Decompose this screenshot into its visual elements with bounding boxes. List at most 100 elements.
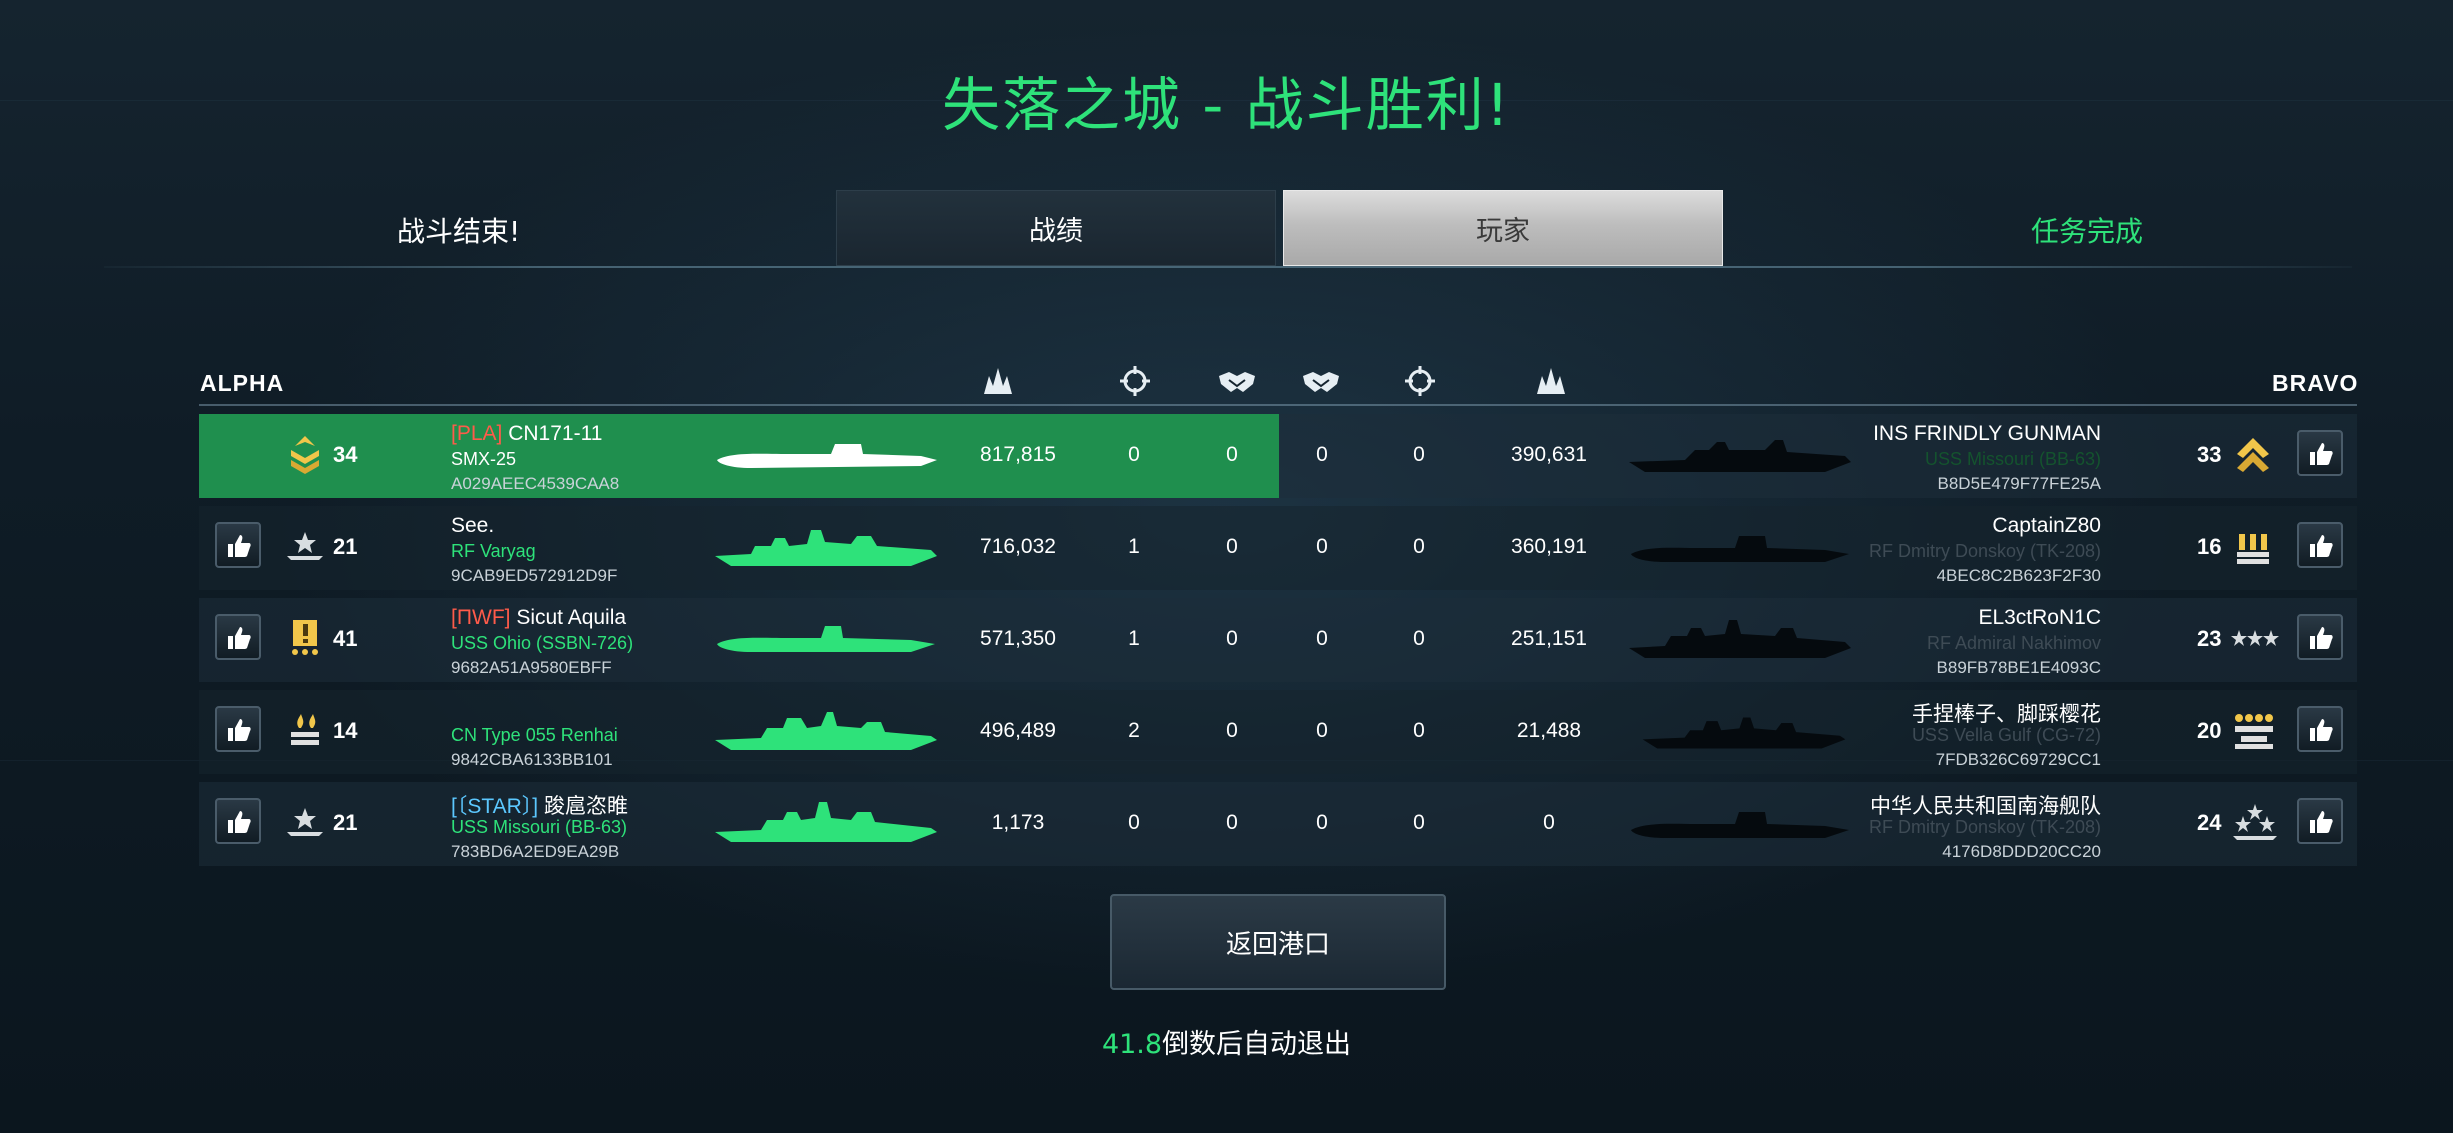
tab-mission-complete[interactable]: 任务完成: [2031, 210, 2143, 250]
tab-battle-ended[interactable]: 战斗结束!: [397, 210, 520, 250]
table-row: 14 CN Type 055 Renhai 9842CBA6133BB101 4…: [199, 690, 2357, 774]
thumbs-up-icon: [2310, 535, 2333, 557]
handshake-icon: [1303, 372, 1339, 392]
player-id: 783BD6A2ED9EA29B: [451, 842, 620, 861]
submarine-silhouette-icon: [717, 626, 935, 652]
player-name: [ΠWF] Sicut Aquila: [451, 606, 626, 630]
right-player-info: EL3ctRoN1C RF Admiral Nakhimov B89FB78BE…: [1681, 598, 2101, 682]
countdown-suffix: 倒数后自动退出: [1162, 1029, 1352, 1060]
right-damage: 390,631: [1511, 443, 1587, 466]
player-id: 7FDB326C69729CC1: [1935, 750, 2101, 769]
table-row: 34 [PLA] CN171-11 SMX-25 A029AEEC4539CAA…: [199, 414, 2357, 498]
left-damage: 716,032: [980, 535, 1056, 558]
player-level: 16: [2197, 534, 2222, 559]
like-button[interactable]: [2297, 706, 2343, 752]
ship-name: USS Missouri (BB-63): [451, 817, 628, 837]
right-damage: 251,151: [1511, 627, 1587, 650]
left-damage: 817,815: [980, 443, 1056, 466]
right-assists: 0: [1316, 535, 1328, 558]
left-kills: 0: [1128, 811, 1140, 834]
like-button[interactable]: [2297, 522, 2343, 568]
clan-tag: [〔STAR〕]: [451, 795, 539, 818]
player-level: 34: [333, 442, 358, 467]
star-wings-rank-icon: [287, 808, 323, 836]
exclamation-gold-rank-icon: [292, 620, 318, 655]
left-damage: 496,489: [980, 719, 1056, 742]
stars-wreath-rank-icon: [2233, 804, 2277, 840]
like-button[interactable]: [2297, 430, 2343, 476]
right-kills: 0: [1413, 535, 1425, 558]
player-name: EL3ctRoN1C: [1978, 606, 2101, 629]
page-title: 失落之城 - 战斗胜利!: [941, 71, 1512, 139]
player-level: 21: [333, 534, 358, 559]
flames-rank-icon: [291, 714, 319, 745]
like-button[interactable]: [215, 706, 261, 752]
ship-name: USS Missouri (BB-63): [1924, 449, 2101, 469]
three-stars-rank-icon: [2231, 630, 2279, 646]
battleship-silhouette-icon: [715, 802, 937, 842]
player-name: [〔STAR〕] 踆扈恣睢: [451, 790, 628, 820]
right-kills: 0: [1413, 627, 1425, 650]
left-damage: 1,173: [991, 811, 1045, 834]
player-id: B89FB78BE1E4093C: [1936, 658, 2101, 677]
ship-name: RF Admiral Nakhimov: [1926, 633, 2101, 653]
left-kills: 1: [1128, 535, 1140, 558]
table-row: 21 [〔STAR〕] 踆扈恣睢 USS Missouri (BB-63) 78…: [199, 782, 2357, 866]
right-kills: 0: [1413, 719, 1425, 742]
gold-chevron-rank-icon: [2237, 438, 2269, 472]
player-name-text: CN171-11: [508, 422, 603, 445]
player-name-text: Sicut Aquila: [516, 606, 627, 629]
team-alpha-label: ALPHA: [200, 370, 285, 396]
countdown-text: 41.8倒数后自动退出: [0, 1022, 2453, 1061]
like-button[interactable]: [2297, 614, 2343, 660]
right-player-info: 手捏棒子、脚踩樱花 USS Vella Gulf (CG-72) 7FDB326…: [1681, 690, 2101, 774]
cruiser-silhouette-icon: [715, 530, 937, 566]
left-kills: 0: [1128, 443, 1140, 466]
like-button[interactable]: [215, 522, 261, 568]
ship-name: RF Dmitry Donskoy (TK-208): [1868, 541, 2101, 561]
left-damage: 571,350: [980, 627, 1056, 650]
tab-stats[interactable]: 战绩: [836, 190, 1276, 266]
thumbs-up-icon: [228, 535, 251, 557]
player-id: 9CAB9ED572912D9F: [451, 566, 618, 585]
thumbs-up-icon: [2310, 719, 2333, 741]
player-level: 33: [2197, 442, 2222, 467]
right-assists: 0: [1316, 443, 1328, 466]
player-id: A029AEEC4539CAA8: [451, 474, 620, 493]
player-name: See.: [451, 514, 495, 537]
player-level: 23: [2197, 626, 2222, 651]
thumbs-up-icon: [228, 627, 251, 649]
crosshair-icon: [1405, 366, 1435, 396]
right-damage: 0: [1543, 811, 1555, 834]
right-damage: 21,488: [1516, 719, 1582, 742]
left-kills: 2: [1128, 719, 1140, 742]
sergeant-gold-rank-icon: [291, 436, 319, 474]
return-to-port-button[interactable]: 返回港口: [1110, 894, 1446, 990]
ship-name: SMX-25: [451, 449, 517, 469]
right-player-info: INS FRINDLY GUNMAN USS Missouri (BB-63) …: [1681, 414, 2101, 498]
right-kills: 0: [1413, 443, 1425, 466]
right-damage: 360,191: [1511, 535, 1587, 558]
tab-bar-divider: [104, 266, 2352, 268]
right-assists: 0: [1316, 627, 1328, 650]
like-button[interactable]: [215, 798, 261, 844]
player-id: 9842CBA6133BB101: [451, 750, 613, 769]
player-id: 4176D8DDD20CC20: [1942, 842, 2101, 861]
player-level: 14: [333, 718, 358, 743]
right-assists: 0: [1316, 811, 1328, 834]
right-player-info: CaptainZ80 RF Dmitry Donskoy (TK-208) 4B…: [1681, 506, 2101, 590]
table-row: 41 [ΠWF] Sicut Aquila USS Ohio (SSBN-726…: [199, 598, 2357, 682]
player-id: 9682A51A9580EBFF: [451, 658, 612, 677]
like-button[interactable]: [2297, 798, 2343, 844]
handshake-icon: [1219, 372, 1255, 392]
thumbs-up-icon: [2310, 627, 2333, 649]
tab-bar: 战斗结束! 战绩 玩家 任务完成: [104, 188, 2352, 268]
like-button[interactable]: [215, 614, 261, 660]
player-level: 24: [2197, 810, 2222, 835]
player-level: 41: [333, 626, 358, 651]
star-wings-rank-icon: [287, 532, 323, 560]
clan-tag: [PLA]: [451, 422, 503, 445]
player-name: INS FRINDLY GUNMAN: [1873, 422, 2101, 445]
ship-name: RF Varyag: [451, 541, 536, 561]
tab-players[interactable]: 玩家: [1283, 190, 1723, 266]
